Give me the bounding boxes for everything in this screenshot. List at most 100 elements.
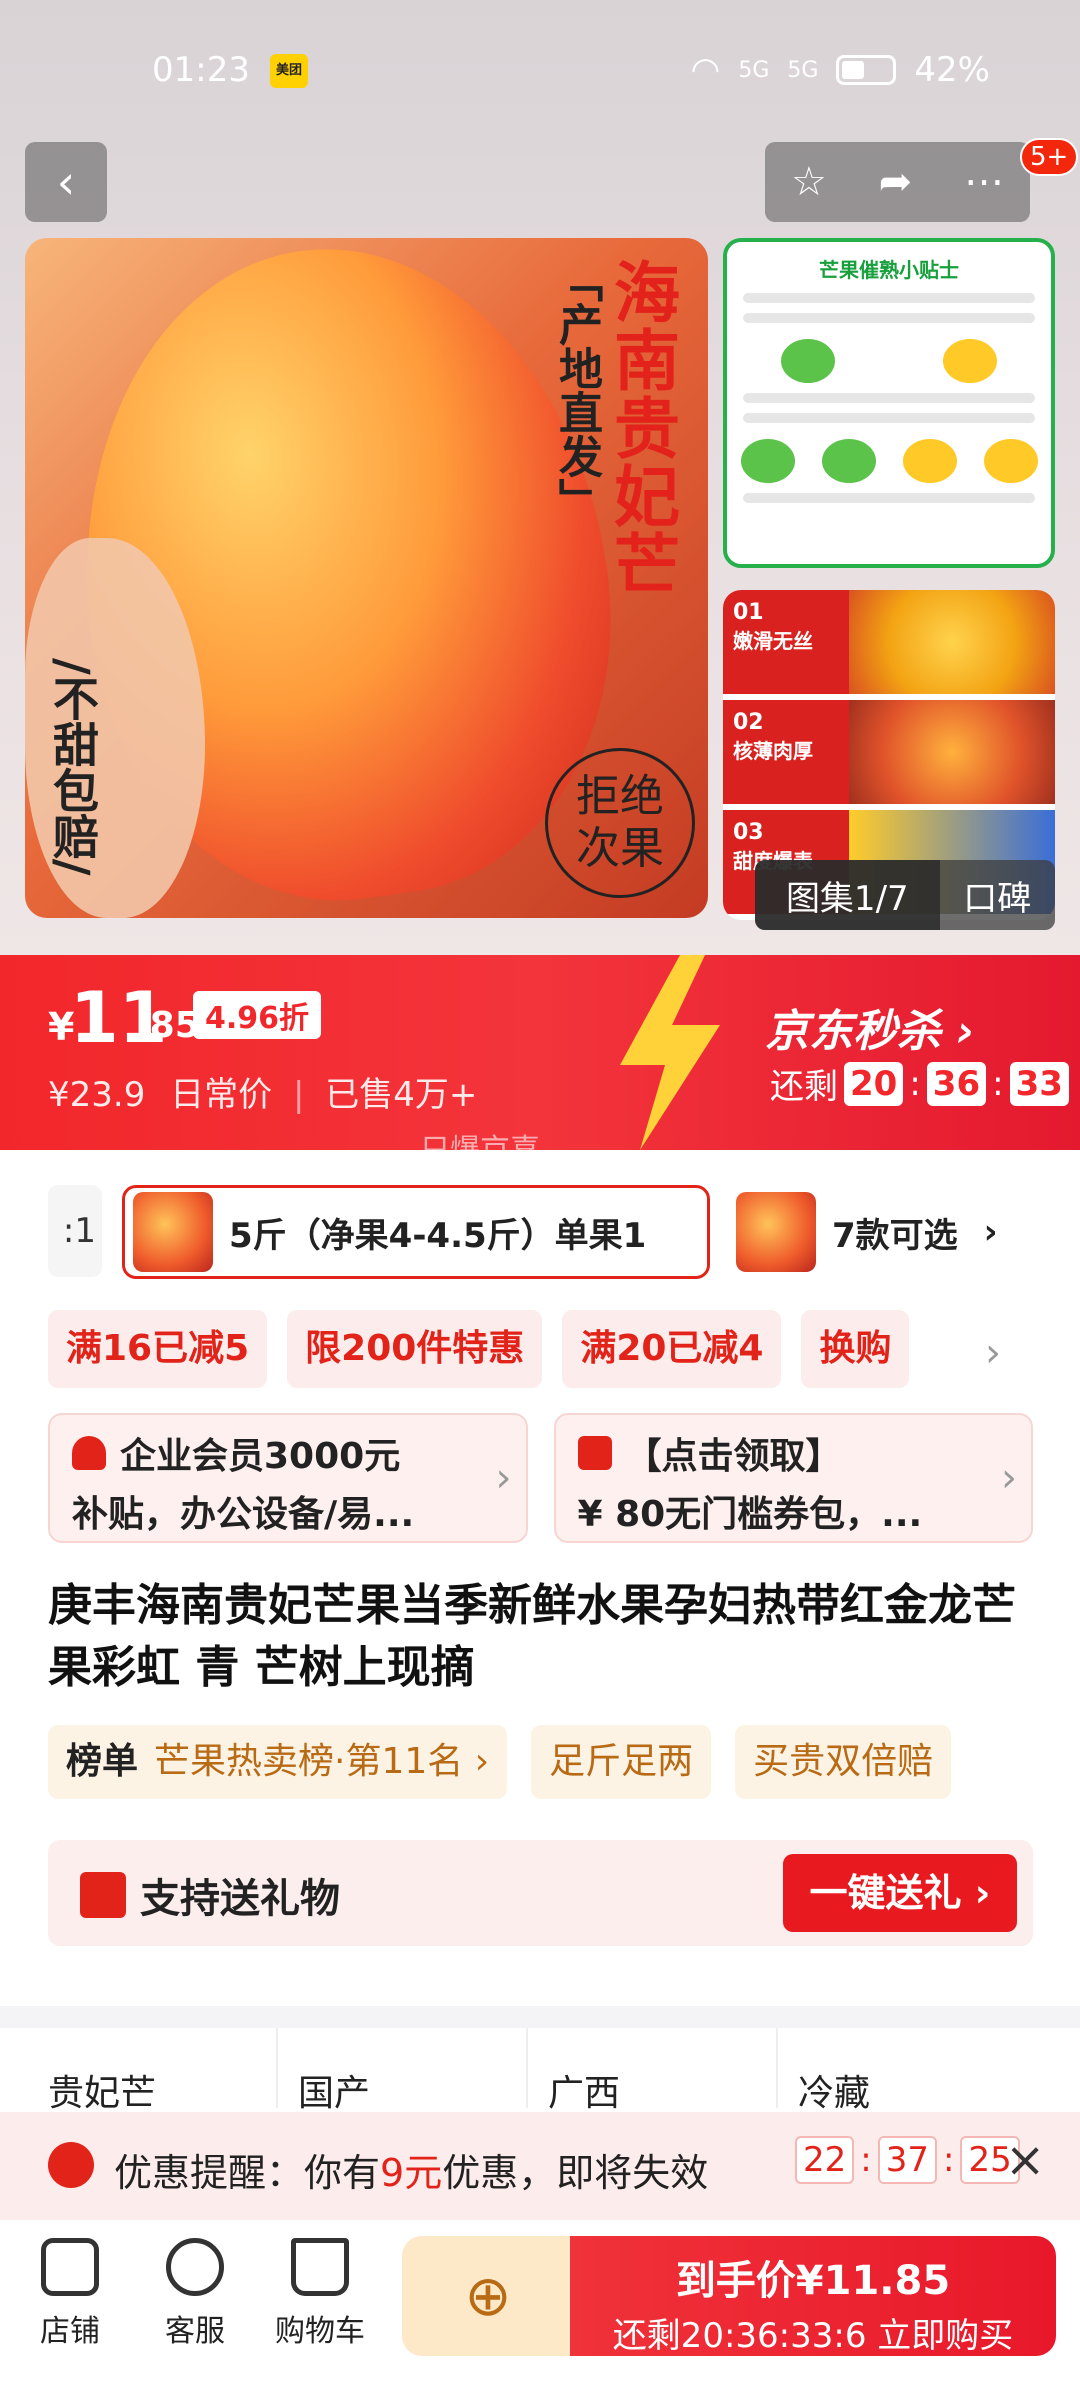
hero-title: 海南贵妃芒 bbox=[603, 258, 681, 598]
countdown-hours: 20 bbox=[844, 1061, 904, 1106]
reminder-prefix: 优惠提醒：你有 bbox=[114, 2151, 381, 2195]
main-product-image[interactable]: 海南贵妃芒 「产地直发」 /不甜包赔/ 拒绝次果 bbox=[25, 238, 708, 918]
more-icon[interactable]: ⋯ bbox=[964, 159, 1004, 205]
hero-area: 01:23 美团 ◠ 5G 5G 42% ‹ ☆ ➦ ⋯ 5+ 海南贵妃芒 「产… bbox=[0, 0, 1080, 955]
chevron-right-icon[interactable]: › bbox=[985, 1330, 1001, 1376]
gallery-tab[interactable]: 图集1/7 bbox=[755, 860, 940, 930]
text-line bbox=[743, 313, 1035, 323]
product-params[interactable]: 贵妃芒 国产 广西 冷藏 bbox=[0, 2028, 1080, 2114]
store-button[interactable]: 店铺 bbox=[15, 2238, 125, 2350]
rank-label: 榜单 bbox=[66, 1741, 139, 1782]
buy-countdown-label: 还剩20:36:33:6 立即购买 bbox=[612, 2316, 1014, 2356]
voucher-icon bbox=[577, 1436, 612, 1470]
price-guarantee-badge[interactable]: 买贵双倍赔 bbox=[735, 1725, 952, 1799]
promo-tag[interactable]: 满20已减4 bbox=[562, 1310, 782, 1388]
cart-button[interactable]: 购物车 bbox=[265, 2238, 375, 2350]
countdown-minutes: 36 bbox=[926, 1061, 987, 1106]
gift-section: 支持送礼物 一键送礼 › bbox=[48, 1840, 1033, 1946]
sku-more-label: 7款可选 bbox=[832, 1215, 958, 1256]
param-origin-country: 国产 bbox=[298, 2028, 528, 2114]
bottom-bar: 店铺 客服 购物车 ⊕ 到手价¥11.85 还剩20:36:33:6 立即购买 bbox=[0, 2220, 1080, 2400]
reminder-suffix: 优惠，即将失效 bbox=[442, 2151, 709, 2195]
countdown-label: 还剩 bbox=[770, 1067, 838, 1107]
store-icon bbox=[41, 2238, 99, 2296]
feature-label: 核薄肉厚 bbox=[733, 739, 813, 763]
app-notification-icon: 美团 bbox=[270, 54, 308, 88]
battery-icon bbox=[836, 55, 897, 85]
text-line bbox=[743, 393, 1035, 403]
gallery-switch: 图集1/7 口碑 bbox=[755, 860, 1055, 930]
discount-badge: 4.96折 bbox=[193, 991, 322, 1039]
close-icon[interactable]: × bbox=[1005, 2132, 1045, 2188]
coupon-line2: 补贴，办公设备/易... bbox=[72, 1494, 415, 1535]
price-banner: ¥ 11 .85 4.96折 ¥23.9 日常价 | 已售4万+ 京东秒杀 › … bbox=[0, 955, 1080, 1168]
section-divider bbox=[0, 2006, 1080, 2028]
top-actions: ☆ ➦ ⋯ bbox=[765, 142, 1030, 222]
gift-icon bbox=[80, 1872, 126, 1918]
sku-option-prev[interactable]: :1 bbox=[48, 1185, 102, 1277]
promo-tag[interactable]: 换购 bbox=[801, 1310, 910, 1388]
send-gift-button[interactable]: 一键送礼 › bbox=[783, 1854, 1017, 1932]
review-tab[interactable]: 口碑 bbox=[940, 860, 1055, 930]
original-price-label: 日常价 bbox=[170, 1075, 273, 1115]
param-variety: 贵妃芒 bbox=[48, 2028, 278, 2114]
sold-count: 已售4万+ bbox=[325, 1075, 478, 1115]
chevron-right-icon: › bbox=[983, 1212, 998, 1252]
sku-option-selected[interactable]: 5斤（净果4-4.5斤）单果1 bbox=[122, 1185, 710, 1279]
star-icon[interactable]: ☆ bbox=[791, 159, 827, 205]
sku-more[interactable]: 7款可选 › bbox=[728, 1185, 998, 1279]
network-5g-1: 5G bbox=[738, 57, 770, 83]
divider: | bbox=[292, 1075, 305, 1115]
coupon-line1: 企业会员3000元 bbox=[120, 1436, 401, 1477]
sku-selector: :1 5斤（净果4-4.5斤）单果1 7款可选 › bbox=[0, 1180, 1080, 1280]
coupon-voucher[interactable]: 【点击领取】 ¥ 80无门槛券包，... › bbox=[553, 1413, 1033, 1543]
promo-tag[interactable]: 限200件特惠 bbox=[287, 1310, 543, 1388]
discount-reminder[interactable]: 优惠提醒：你有9元优惠，即将失效 22: 37: 25 × bbox=[0, 2112, 1080, 2220]
coupon-enterprise[interactable]: 企业会员3000元 补贴，办公设备/易... › bbox=[48, 1413, 528, 1543]
cart-count-badge: 5+ bbox=[1020, 138, 1079, 176]
text-line bbox=[743, 493, 1035, 503]
product-badges: 榜单 芒果热卖榜·第11名 › 足斤足两 买贵双倍赔 bbox=[48, 1725, 952, 1799]
back-button[interactable]: ‹ bbox=[25, 142, 107, 222]
param-storage: 冷藏 bbox=[798, 2073, 871, 2114]
feature-label: 嫩滑无丝 bbox=[733, 629, 813, 653]
weight-badge[interactable]: 足斤足两 bbox=[531, 1725, 712, 1799]
watermark: 只爆京喜 bbox=[420, 1133, 540, 1168]
share-icon[interactable]: ➦ bbox=[879, 159, 913, 205]
tips-steps-row bbox=[727, 439, 1051, 483]
add-to-cart-button[interactable]: ⊕ bbox=[402, 2236, 574, 2356]
price-decimal: .85 bbox=[136, 1005, 200, 1046]
buy-now-button[interactable]: 到手价¥11.85 还剩20:36:33:6 立即购买 bbox=[570, 2236, 1056, 2356]
thumbnail-tips[interactable]: 芒果催熟小贴士 bbox=[723, 238, 1055, 568]
status-time: 01:23 bbox=[152, 50, 250, 90]
chevron-right-icon: › bbox=[1001, 1455, 1017, 1501]
sku-selected-label: 5斤（净果4-4.5斤）单果1 bbox=[229, 1215, 647, 1256]
coupon-row: 企业会员3000元 补贴，办公设备/易... › 【点击领取】 ¥ 80无门槛券… bbox=[48, 1413, 1033, 1543]
wifi-icon: ◠ bbox=[690, 50, 721, 90]
sku-thumbnail bbox=[736, 1192, 816, 1272]
feature-1: 01 嫩滑无丝 bbox=[723, 590, 1055, 694]
feature-num: 03 bbox=[733, 820, 764, 845]
feature-2: 02 核薄肉厚 bbox=[723, 700, 1055, 804]
tips-title: 芒果催熟小贴士 bbox=[819, 258, 959, 282]
price-meta: ¥23.9 日常价 | 已售4万+ bbox=[48, 1067, 477, 1116]
text-line bbox=[743, 413, 1035, 423]
status-bar: 01:23 美团 ◠ 5G 5G 42% bbox=[0, 40, 1080, 100]
promo-tag[interactable]: 满16已减5 bbox=[48, 1310, 268, 1388]
cart-label: 购物车 bbox=[275, 2314, 365, 2349]
reminder-minutes: 37 bbox=[877, 2136, 937, 2184]
reminder-amount: 9元 bbox=[380, 2151, 443, 2195]
service-icon bbox=[166, 2238, 224, 2296]
reminder-hours: 22 bbox=[795, 2136, 855, 2184]
add-cart-icon: ⊕ bbox=[464, 2263, 512, 2329]
product-title: 庚丰海南贵妃芒果当季新鲜水果孕妇热带红金龙芒果彩虹 青 芒树上现摘 bbox=[48, 1580, 1016, 1693]
service-button[interactable]: 客服 bbox=[140, 2238, 250, 2350]
reminder-countdown: 22: 37: 25 bbox=[795, 2136, 1020, 2184]
rank-badge[interactable]: 榜单 芒果热卖榜·第11名 › bbox=[48, 1725, 508, 1799]
seckill-label[interactable]: 京东秒杀 › bbox=[765, 995, 974, 1059]
gift-label: 支持送礼物 bbox=[140, 1876, 340, 1922]
final-price-label: 到手价¥11.85 bbox=[675, 2258, 951, 2304]
status-right: ◠ 5G 5G 42% bbox=[691, 50, 990, 90]
hero-subtitle: 「产地直发」 bbox=[551, 258, 602, 522]
network-5g-2: 5G bbox=[787, 57, 819, 83]
